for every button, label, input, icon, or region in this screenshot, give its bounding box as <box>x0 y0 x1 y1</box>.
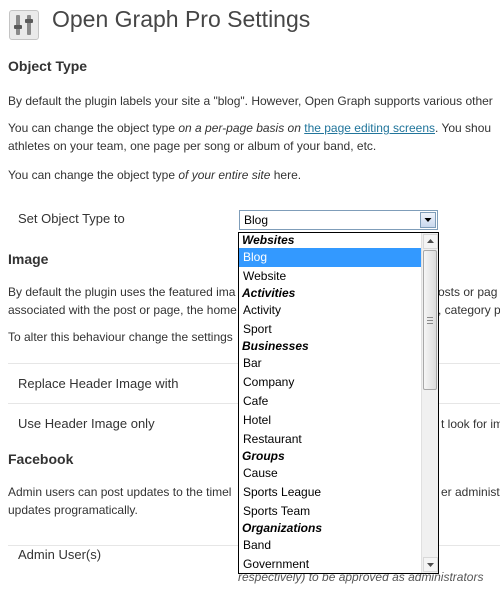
object-type-paragraph-3: You can change the object type of your e… <box>8 168 302 182</box>
grip-line <box>427 317 433 318</box>
facebook-paragraph-1-tail: er administ <box>441 485 500 499</box>
image-paragraph-2-tail: , category p <box>438 303 500 317</box>
use-header-image-only-label: Use Header Image only <box>18 416 155 431</box>
dropdown-option[interactable]: Cause <box>239 464 422 483</box>
object-type-paragraph-2: You can change the object type on a per-… <box>8 121 492 153</box>
dropdown-options: Websites Blog Website Activities Activity Spo… <box>239 233 422 573</box>
dropdown-option[interactable]: Restaurant <box>239 430 422 449</box>
page-title: Open Graph Pro Settings <box>52 6 311 32</box>
dropdown-option[interactable]: Blog <box>239 248 422 267</box>
page-editing-screens-link[interactable]: the page editing screens <box>304 121 435 135</box>
use-header-image-only-description: t look for im <box>441 417 500 431</box>
scroll-down-button[interactable] <box>423 557 438 572</box>
grip-line <box>427 323 433 324</box>
object-type-select-value: Blog <box>244 213 269 227</box>
scrollbar-thumb[interactable] <box>423 250 437 390</box>
grip-line <box>427 320 433 321</box>
dropdown-option[interactable]: Website <box>239 267 422 286</box>
dropdown-option[interactable]: Sports League <box>239 483 422 502</box>
facebook-heading: Facebook <box>8 451 74 467</box>
object-type-dropdown-list[interactable]: Websites Blog Website Activities Activity Spo… <box>238 232 439 574</box>
dropdown-option[interactable]: Cafe <box>239 392 422 411</box>
image-paragraph-1-tail: osts or pag <box>438 285 498 299</box>
dropdown-option[interactable]: Bar <box>239 354 422 373</box>
dropdown-option[interactable]: Government <box>239 555 422 573</box>
dropdown-option[interactable]: Company <box>239 373 422 392</box>
dropdown-optgroup: Activities <box>242 286 296 300</box>
admin-users-label: Admin User(s) <box>18 547 102 562</box>
object-type-select[interactable]: Blog <box>239 210 438 230</box>
dropdown-optgroup: Groups <box>242 449 285 463</box>
replace-header-image-label: Replace Header Image with <box>18 376 179 391</box>
chevron-down-icon[interactable] <box>420 212 436 228</box>
dropdown-option[interactable]: Hotel <box>239 411 422 430</box>
dropdown-option[interactable]: Band <box>239 536 422 555</box>
set-object-type-label: Set Object Type to <box>18 211 125 226</box>
settings-page-icon <box>9 10 39 40</box>
object-type-heading: Object Type <box>8 58 88 74</box>
scroll-up-button[interactable] <box>423 234 438 249</box>
dropdown-option[interactable]: Activity <box>239 301 422 320</box>
dropdown-scrollbar[interactable] <box>421 233 438 573</box>
image-heading: Image <box>8 251 49 267</box>
dropdown-option[interactable]: Sports Team <box>239 502 422 521</box>
dropdown-optgroup: Organizations <box>242 521 323 535</box>
object-type-paragraph-1: By default the plugin labels your site a… <box>8 94 493 108</box>
dropdown-optgroup: Websites <box>242 233 295 247</box>
dropdown-optgroup: Businesses <box>242 339 309 353</box>
dropdown-option[interactable]: Sport <box>239 320 422 339</box>
